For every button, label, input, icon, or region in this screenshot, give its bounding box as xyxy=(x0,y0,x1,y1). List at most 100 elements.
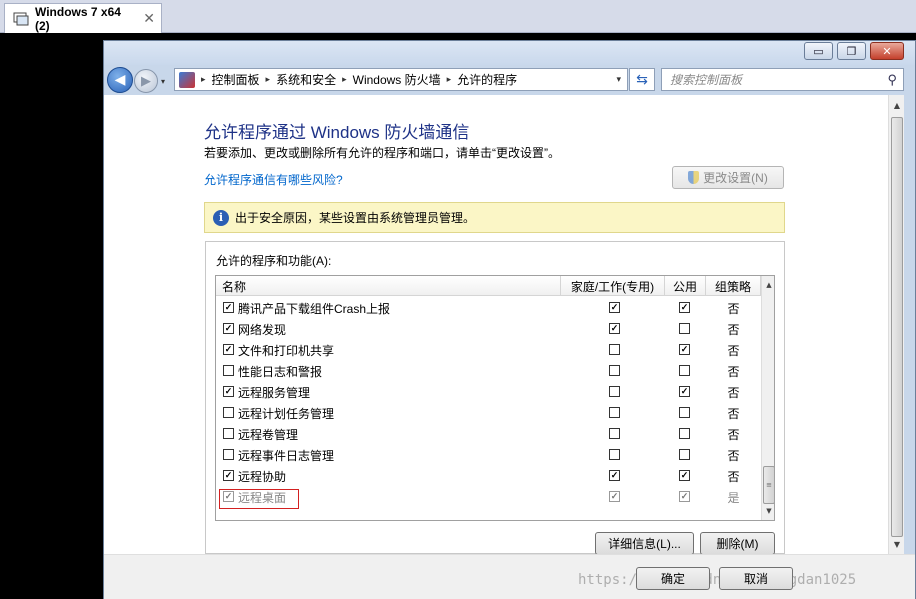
group-policy-value: 否 xyxy=(727,407,740,421)
vm-tab[interactable]: Windows 7 x64 (2) ✕ xyxy=(4,3,162,33)
table-row[interactable]: 远程卷管理 否 xyxy=(216,423,761,444)
remove-button[interactable]: 删除(M) xyxy=(700,532,775,555)
column-public[interactable]: 公用 xyxy=(665,276,706,296)
home-work-checkbox[interactable] xyxy=(609,344,620,355)
program-enabled-checkbox[interactable] xyxy=(223,407,234,418)
breadcrumb-separator: ▸ xyxy=(201,74,206,84)
vm-tab-title: Windows 7 x64 (2) xyxy=(35,4,121,33)
watermark-text: https://blog.csdn.net/yangdan1025 xyxy=(578,572,857,588)
home-work-checkbox[interactable]: ✓ xyxy=(609,323,620,334)
table-row[interactable]: 远程事件日志管理 否 xyxy=(216,444,761,465)
info-icon: i xyxy=(213,209,229,226)
page-scrollbar[interactable]: ▲ ▼ xyxy=(888,95,904,554)
program-enabled-checkbox[interactable]: ✓ xyxy=(223,344,234,355)
table-row[interactable]: ✓ 远程协助 ✓ ✓ 否 xyxy=(216,465,761,486)
breadcrumb-control-panel[interactable]: 控制面板 xyxy=(212,71,260,88)
breadcrumb-allowed-programs[interactable]: 允许的程序 xyxy=(457,71,517,88)
scroll-up-icon[interactable]: ▲ xyxy=(762,278,774,292)
program-name: 远程事件日志管理 xyxy=(238,449,335,463)
program-enabled-checkbox[interactable] xyxy=(223,365,234,376)
recent-pages-dropdown[interactable]: ▾ xyxy=(161,77,165,86)
public-checkbox[interactable]: ✓ xyxy=(679,344,690,355)
table-row[interactable]: 性能日志和警报 否 xyxy=(216,360,761,381)
home-work-checkbox[interactable]: ✓ xyxy=(609,470,620,481)
risk-help-link[interactable]: 允许程序通信有哪些风险? xyxy=(204,171,343,188)
scroll-thumb[interactable] xyxy=(891,117,903,537)
column-group-policy[interactable]: 组策略 xyxy=(706,276,761,296)
home-work-checkbox[interactable] xyxy=(609,365,620,376)
column-name[interactable]: 名称 xyxy=(216,276,561,296)
vm-icon xyxy=(13,12,29,26)
scroll-thumb[interactable]: ≡ xyxy=(763,466,774,504)
table-row[interactable]: 远程计划任务管理 否 xyxy=(216,402,761,423)
close-button[interactable]: ✕ xyxy=(870,42,904,60)
breadcrumb-firewall[interactable]: Windows 防火墙 xyxy=(353,71,441,88)
minimize-button[interactable]: ▭ xyxy=(804,42,833,60)
maximize-button[interactable]: ❐ xyxy=(837,42,866,60)
public-checkbox[interactable] xyxy=(679,407,690,418)
group-policy-value: 否 xyxy=(727,386,740,400)
public-checkbox: ✓ xyxy=(679,491,690,502)
home-work-checkbox: ✓ xyxy=(609,491,620,502)
group-policy-value: 否 xyxy=(727,323,740,337)
change-settings-button[interactable]: 更改设置(N) xyxy=(672,166,784,189)
control-panel-icon xyxy=(179,71,195,88)
ok-button[interactable]: 确定 xyxy=(636,567,710,590)
info-text: 出于安全原因，某些设置由系统管理员管理。 xyxy=(235,211,476,225)
home-work-checkbox[interactable] xyxy=(609,449,620,460)
programs-list[interactable]: 名称 家庭/工作(专用) 公用 组策略 ✓ 腾讯产品下载组件Crash上报 ✓ ✓ 否 ✓… xyxy=(215,275,775,521)
home-work-checkbox[interactable] xyxy=(609,407,620,418)
page-description: 若要添加、更改或删除所有允许的程序和端口，请单击“更改设置”。 xyxy=(204,146,560,160)
program-name: 远程协助 xyxy=(238,470,287,484)
breadcrumb-system-security[interactable]: 系统和安全 xyxy=(276,71,336,88)
home-work-checkbox[interactable] xyxy=(609,386,620,397)
scroll-down-icon[interactable]: ▼ xyxy=(762,504,774,518)
refresh-button[interactable]: ⇆ xyxy=(629,68,655,91)
table-row[interactable]: ✓ 远程服务管理 ✓ 否 xyxy=(216,381,761,402)
column-home-work[interactable]: 家庭/工作(专用) xyxy=(561,276,665,296)
control-panel-window: ▭ ❐ ✕ ◀ ▶ ▾ ▸ 控制面板 ▸ 系统和安全 ▸ Windows 防火墙… xyxy=(103,40,916,599)
group-policy-value: 否 xyxy=(727,449,740,463)
public-checkbox[interactable] xyxy=(679,449,690,460)
list-scrollbar[interactable]: ▲ ≡ ▼ xyxy=(761,276,774,520)
program-enabled-checkbox[interactable]: ✓ xyxy=(223,470,234,481)
breadcrumb-separator: ▸ xyxy=(342,74,347,84)
public-checkbox[interactable]: ✓ xyxy=(679,302,690,313)
table-row[interactable]: ✓ 网络发现 ✓ 否 xyxy=(216,318,761,339)
details-button[interactable]: 详细信息(L)... xyxy=(595,532,694,555)
program-enabled-checkbox[interactable]: ✓ xyxy=(223,386,234,397)
public-checkbox[interactable]: ✓ xyxy=(679,470,690,481)
close-icon[interactable]: ✕ xyxy=(143,11,155,27)
public-checkbox[interactable] xyxy=(679,365,690,376)
search-icon[interactable]: ⚲ xyxy=(887,72,897,88)
public-checkbox[interactable] xyxy=(679,428,690,439)
scroll-up-icon[interactable]: ▲ xyxy=(889,97,905,113)
program-name: 性能日志和警报 xyxy=(238,365,323,379)
forward-button[interactable]: ▶ xyxy=(134,69,158,93)
breadcrumb-separator: ▸ xyxy=(446,74,452,84)
program-enabled-checkbox[interactable]: ✓ xyxy=(223,323,234,334)
program-name: 远程服务管理 xyxy=(238,386,311,400)
back-button[interactable]: ◀ xyxy=(107,67,133,93)
public-checkbox[interactable] xyxy=(679,323,690,334)
program-enabled-checkbox[interactable] xyxy=(223,428,234,439)
address-bar[interactable]: ▸ 控制面板 ▸ 系统和安全 ▸ Windows 防火墙 ▸ 允许的程序 ▾ xyxy=(174,68,628,91)
table-row[interactable]: ✓ 腾讯产品下载组件Crash上报 ✓ ✓ 否 xyxy=(216,297,761,318)
public-checkbox[interactable]: ✓ xyxy=(679,386,690,397)
cancel-button[interactable]: 取消 xyxy=(719,567,793,590)
chevron-down-icon[interactable]: ▾ xyxy=(616,74,621,85)
table-row[interactable]: ✓ 文件和打印机共享 ✓ 否 xyxy=(216,339,761,360)
search-input[interactable]: 搜索控制面板 ⚲ xyxy=(661,68,904,91)
minimize-icon: ▭ xyxy=(813,44,824,58)
program-enabled-checkbox[interactable] xyxy=(223,449,234,460)
home-work-checkbox[interactable] xyxy=(609,428,620,439)
maximize-icon: ❐ xyxy=(846,44,857,58)
home-work-checkbox[interactable]: ✓ xyxy=(609,302,620,313)
group-label: 允许的程序和功能(A): xyxy=(216,254,332,268)
breadcrumb-separator: ▸ xyxy=(265,74,271,84)
highlight-box xyxy=(219,489,299,509)
scroll-down-icon[interactable]: ▼ xyxy=(889,536,905,552)
program-enabled-checkbox[interactable]: ✓ xyxy=(223,302,234,313)
search-placeholder: 搜索控制面板 xyxy=(670,73,743,87)
program-name: 文件和打印机共享 xyxy=(238,344,335,358)
